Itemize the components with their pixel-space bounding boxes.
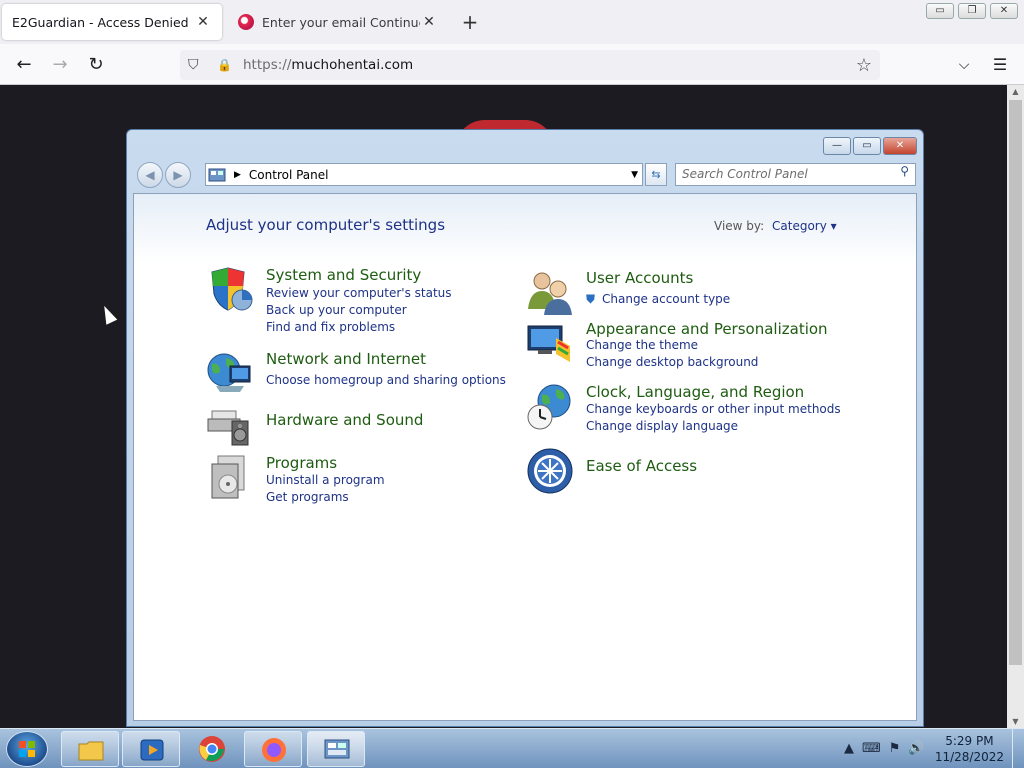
link-change-theme[interactable]: Change the theme	[586, 338, 698, 352]
link-get-programs[interactable]: Get programs	[266, 490, 349, 504]
link-change-display-language[interactable]: Change display language	[586, 419, 738, 433]
category-title[interactable]: Appearance and Personalization	[586, 320, 828, 338]
back-button[interactable]: ←	[11, 52, 37, 78]
link-uninstall-program[interactable]: Uninstall a program	[266, 473, 385, 487]
cp-address-bar[interactable]: ▶ Control Panel ▼	[205, 163, 643, 186]
system-tray: ▲ ⌨ ⚑ 🔊 5:29 PM 11/28/2022	[834, 729, 1024, 768]
cp-back-button[interactable]: ◀	[137, 162, 163, 188]
search-icon[interactable]: ⚲	[900, 164, 909, 178]
tab-label: E2Guardian - Access Denied	[12, 14, 189, 30]
category-title[interactable]: Network and Internet	[266, 350, 426, 368]
media-player-icon	[140, 739, 164, 761]
link-review-status[interactable]: Review your computer's status	[266, 286, 452, 300]
close-tab-icon[interactable]: ✕	[194, 14, 212, 30]
tray-icons: ▲ ⌨ ⚑ 🔊	[844, 741, 925, 756]
page-scrollbar[interactable]: ▲ ▼	[1007, 85, 1024, 728]
show-desktop-button[interactable]	[1012, 729, 1024, 768]
browser-nav-bar: ← → ↻ ⛉ 🔒 https://muchohentai.com ☆ ⌵ ☰	[0, 44, 1024, 85]
cp-maximize-button[interactable]: ▭	[853, 137, 881, 155]
restore-button[interactable]: ❐	[958, 3, 986, 19]
folder-icon	[78, 741, 104, 761]
category-title[interactable]: User Accounts	[586, 269, 693, 287]
cp-content-pane: Adjust your computer's settings View by:…	[133, 193, 917, 721]
cp-forward-button[interactable]: ▶	[165, 162, 191, 188]
firefox-icon	[262, 738, 286, 762]
clock[interactable]: 5:29 PM 11/28/2022	[935, 733, 1004, 765]
category-title[interactable]: Ease of Access	[586, 457, 697, 475]
close-tab-icon[interactable]: ✕	[420, 14, 438, 30]
taskbar: ▲ ⌨ ⚑ 🔊 5:29 PM 11/28/2022	[0, 728, 1024, 768]
close-window-button[interactable]: ✕	[990, 3, 1018, 19]
tab-label: Enter your email Continue to Pr	[262, 14, 420, 30]
category-title[interactable]: System and Security	[266, 266, 421, 284]
taskbar-media-player[interactable]	[122, 731, 180, 767]
link-back-up[interactable]: Back up your computer	[266, 303, 407, 317]
link-find-fix-problems[interactable]: Find and fix problems	[266, 320, 395, 334]
printer-speaker-icon	[207, 410, 249, 446]
network-globe-icon	[207, 353, 251, 392]
taskbar-control-panel[interactable]	[307, 731, 365, 767]
taskbar-file-explorer[interactable]	[61, 731, 119, 767]
windows-logo-icon	[19, 741, 35, 757]
cp-title-buttons: — ▭ ✕	[823, 137, 917, 155]
programs-icon	[211, 455, 245, 499]
breadcrumb-control-panel[interactable]: Control Panel	[249, 168, 329, 182]
action-center-icon[interactable]: ⚑	[889, 741, 901, 756]
tab-email[interactable]: Enter your email Continue to Pr ✕	[228, 4, 448, 40]
view-by-label: View by:	[714, 219, 765, 233]
breadcrumb-arrow-icon[interactable]: ▶	[234, 170, 241, 180]
shield-icon	[211, 267, 253, 311]
browser-tab-bar: E2Guardian - Access Denied ✕ Enter your …	[0, 0, 1024, 44]
cp-toolbar: ◀ ▶ ▶ Control Panel ▼ ⇆ Search Control P…	[133, 160, 917, 190]
page-title: Adjust your computer's settings	[206, 216, 446, 234]
category-title[interactable]: Clock, Language, and Region	[586, 383, 804, 401]
taskbar-chrome[interactable]	[183, 731, 241, 767]
link-change-desktop-background[interactable]: Change desktop background	[586, 355, 758, 369]
start-button[interactable]	[6, 731, 48, 767]
view-by-dropdown[interactable]: Category ▾	[772, 219, 837, 233]
link-change-keyboards[interactable]: Change keyboards or other input methods	[586, 402, 841, 416]
users-icon	[528, 272, 572, 315]
category-title[interactable]: Hardware and Sound	[266, 411, 423, 429]
uac-shield-icon: ⛊	[586, 292, 596, 306]
volume-icon[interactable]: 🔊	[908, 741, 924, 756]
taskbar-firefox[interactable]	[244, 731, 302, 767]
forward-button[interactable]: →	[47, 52, 73, 78]
address-dropdown-icon[interactable]: ▼	[631, 170, 638, 180]
url-bar[interactable]: ⛉ 🔒 https://muchohentai.com ☆	[180, 50, 880, 80]
monitor-palette-icon	[527, 325, 570, 362]
control-panel-icon	[324, 739, 350, 759]
bookmark-star-icon[interactable]: ☆	[856, 55, 872, 76]
pocket-icon[interactable]: ⌵	[951, 52, 977, 78]
category-title[interactable]: Programs	[266, 454, 337, 472]
cp-nav-buttons: ◀ ▶	[137, 162, 191, 188]
clock-time: 5:29 PM	[945, 734, 994, 748]
scroll-up-icon[interactable]: ▲	[1007, 87, 1024, 96]
globe-clock-icon	[527, 384, 571, 430]
control-panel-icon	[208, 168, 226, 181]
tracking-shield-icon[interactable]: ⛉	[188, 57, 199, 73]
link-change-account-type[interactable]: Change account type	[602, 292, 730, 306]
network-icon[interactable]: ⌨	[862, 741, 881, 756]
url-text: https://muchohentai.com	[243, 57, 414, 73]
clock-date: 11/28/2022	[934, 750, 1004, 764]
show-hidden-icons-icon[interactable]: ▲	[844, 741, 854, 756]
scroll-down-icon[interactable]: ▼	[1007, 717, 1024, 726]
cp-minimize-button[interactable]: —	[823, 137, 851, 155]
new-tab-button[interactable]: +	[458, 10, 482, 34]
control-panel-window: — ▭ ✕ ◀ ▶ ▶ Control Panel ▼ ⇆ Search Con…	[126, 129, 924, 727]
tab-e2guardian[interactable]: E2Guardian - Access Denied ✕	[2, 4, 222, 40]
link-homegroup-sharing[interactable]: Choose homegroup and sharing options	[266, 373, 506, 387]
cp-search-input[interactable]: Search Control Panel	[675, 163, 916, 186]
favicon-icon	[238, 14, 254, 30]
cp-close-button[interactable]: ✕	[883, 137, 917, 155]
menu-icon[interactable]: ☰	[987, 52, 1013, 78]
minimize-button[interactable]: ▭	[926, 3, 954, 19]
chrome-icon	[199, 736, 225, 762]
ease-of-access-icon	[527, 448, 573, 494]
lock-icon[interactable]: 🔒	[217, 58, 232, 72]
scrollbar-thumb[interactable]	[1009, 100, 1022, 665]
reload-button[interactable]: ↻	[83, 52, 109, 78]
cp-refresh-button[interactable]: ⇆	[645, 163, 667, 186]
